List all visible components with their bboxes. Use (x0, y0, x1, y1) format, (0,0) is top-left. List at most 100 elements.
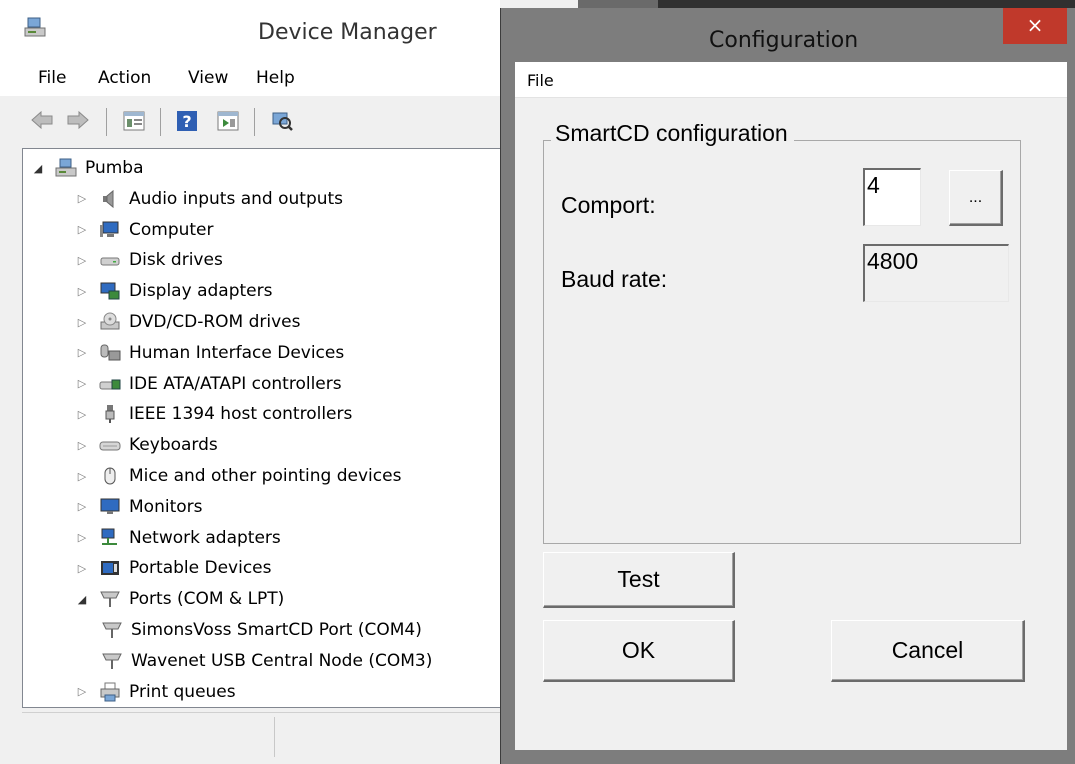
expand-arrow-icon[interactable]: ▷ (75, 531, 89, 544)
expand-arrow-icon[interactable]: ▷ (75, 500, 89, 513)
tree-item-label: Display adapters (129, 281, 273, 302)
tree-item-label: Ports (COM & LPT) (129, 589, 285, 610)
tree-item-label: Wavenet USB Central Node (COM3) (131, 650, 433, 671)
tree-item-label: Portable Devices (129, 558, 272, 579)
keyboard-icon (99, 435, 121, 455)
tree-item-label: Mice and other pointing devices (129, 466, 402, 486)
tree-category[interactable]: ▷ Computer (75, 215, 214, 245)
configuration-title: Configuration (709, 28, 859, 53)
close-icon: × (1026, 13, 1044, 37)
tree-category[interactable]: ▷ Portable Devices (75, 553, 272, 583)
tree-item-label: Keyboards (129, 435, 218, 456)
forward-icon[interactable] (66, 110, 90, 134)
computer-root-icon (55, 158, 77, 178)
configuration-menubar: File (515, 62, 1067, 98)
tree-item-label: SimonsVoss SmartCD Port (COM4) (131, 620, 422, 640)
device-tree[interactable]: ◢ Pumba ▷ Audio inputs and outputs ▷ Computer… (22, 148, 512, 708)
expand-arrow-icon[interactable]: ▷ (75, 439, 89, 452)
test-button[interactable]: Test (543, 552, 735, 608)
tree-category[interactable]: ▷ Human Interface Devices (75, 338, 344, 368)
tree-item-label: Human Interface Devices (129, 342, 345, 363)
scan-hardware-icon[interactable] (270, 110, 294, 136)
expand-arrow-icon[interactable]: ▷ (75, 377, 89, 390)
tree-device-item[interactable]: Wavenet USB Central Node (COM3) (101, 646, 432, 676)
toolbar-separator (254, 108, 255, 136)
tree-device-item[interactable]: SimonsVoss SmartCD Port (COM4) (101, 615, 422, 645)
tree-item-label: Monitors (129, 496, 203, 517)
firewire-icon (99, 404, 121, 424)
device-manager-menubar: File Action View Help (0, 60, 520, 96)
monitor-icon (99, 497, 121, 517)
tree-item-label: IDE ATA/ATAPI controllers (129, 373, 342, 394)
collapse-arrow-icon[interactable]: ◢ (31, 162, 45, 175)
configuration-client-area: File SmartCD configuration Comport: 4 ..… (515, 62, 1067, 750)
status-bar-separator (274, 717, 275, 757)
expand-arrow-icon[interactable]: ▷ (75, 316, 89, 329)
back-icon[interactable] (30, 110, 54, 134)
cancel-button[interactable]: Cancel (831, 620, 1025, 682)
menu-file[interactable]: File (38, 68, 66, 88)
tree-item-label: Audio inputs and outputs (129, 188, 344, 209)
port-icon (99, 589, 121, 609)
network-adapter-icon (99, 528, 121, 548)
tree-category[interactable]: ▷ Display adapters (75, 276, 273, 306)
svg-text:?: ? (182, 112, 191, 131)
configuration-dialog: Configuration × File SmartCD configurati… (500, 8, 1075, 764)
ok-button[interactable]: OK (543, 620, 735, 682)
properties-icon[interactable] (122, 110, 146, 136)
tree-category[interactable]: ▷ Audio inputs and outputs (75, 184, 343, 214)
expand-arrow-icon[interactable]: ▷ (75, 192, 89, 205)
collapse-arrow-icon[interactable]: ◢ (75, 593, 89, 606)
toolbar-separator (106, 108, 107, 136)
tree-category[interactable]: ▷ Keyboards (75, 430, 218, 460)
comport-browse-button[interactable]: ... (949, 170, 1003, 226)
port-icon (101, 651, 123, 671)
tree-item-label: DVD/CD-ROM drives (129, 312, 301, 332)
tree-category[interactable]: ▷ Monitors (75, 492, 203, 522)
ide-controller-icon (99, 374, 121, 394)
close-button[interactable]: × (1003, 8, 1067, 44)
port-icon (101, 620, 123, 640)
printer-icon (99, 682, 121, 702)
mouse-icon (99, 466, 121, 486)
tree-category[interactable]: ◢ Ports (COM & LPT) (75, 584, 285, 614)
toolbar-separator (160, 108, 161, 136)
portable-device-icon (99, 558, 121, 578)
hid-icon (99, 343, 121, 363)
update-driver-icon[interactable] (216, 110, 240, 136)
tree-item-label: Pumba (85, 158, 144, 178)
tree-root[interactable]: ◢ Pumba (31, 153, 144, 183)
expand-arrow-icon[interactable]: ▷ (75, 470, 89, 483)
computer-icon (99, 220, 121, 240)
tree-category[interactable]: ▷ Network adapters (75, 523, 281, 553)
tree-category[interactable]: ▷ DVD/CD-ROM drives (75, 307, 301, 337)
menu-help[interactable]: Help (256, 68, 295, 88)
comport-input[interactable]: 4 (863, 168, 921, 226)
menu-view[interactable]: View (188, 68, 228, 88)
tree-category[interactable]: ▷ Print queues (75, 677, 236, 707)
baud-rate-field: 4800 (863, 244, 1009, 302)
tree-category[interactable]: ▷ Disk drives (75, 245, 223, 275)
expand-arrow-icon[interactable]: ▷ (75, 223, 89, 236)
tree-category[interactable]: ▷ Mice and other pointing devices (75, 461, 402, 491)
tree-category[interactable]: ▷ IDE ATA/ATAPI controllers (75, 369, 342, 399)
tree-item-label: Print queues (129, 681, 236, 702)
expand-arrow-icon[interactable]: ▷ (75, 685, 89, 698)
group-title: SmartCD configuration (551, 120, 794, 147)
speaker-icon (99, 189, 121, 209)
expand-arrow-icon[interactable]: ▷ (75, 408, 89, 421)
expand-arrow-icon[interactable]: ▷ (75, 254, 89, 267)
dvd-drive-icon (99, 312, 121, 332)
expand-arrow-icon[interactable]: ▷ (75, 562, 89, 575)
tree-category[interactable]: ▷ IEEE 1394 host controllers (75, 399, 353, 429)
expand-arrow-icon[interactable]: ▷ (75, 285, 89, 298)
device-manager-app-icon (22, 16, 48, 44)
menu-action[interactable]: Action (98, 68, 151, 88)
help-icon[interactable]: ? (176, 110, 198, 136)
disk-drive-icon (99, 250, 121, 270)
tree-item-label: Disk drives (129, 250, 223, 271)
tree-item-label: Computer (129, 219, 214, 240)
tree-item-label: IEEE 1394 host controllers (129, 404, 353, 425)
config-menu-file[interactable]: File (527, 71, 554, 90)
expand-arrow-icon[interactable]: ▷ (75, 346, 89, 359)
